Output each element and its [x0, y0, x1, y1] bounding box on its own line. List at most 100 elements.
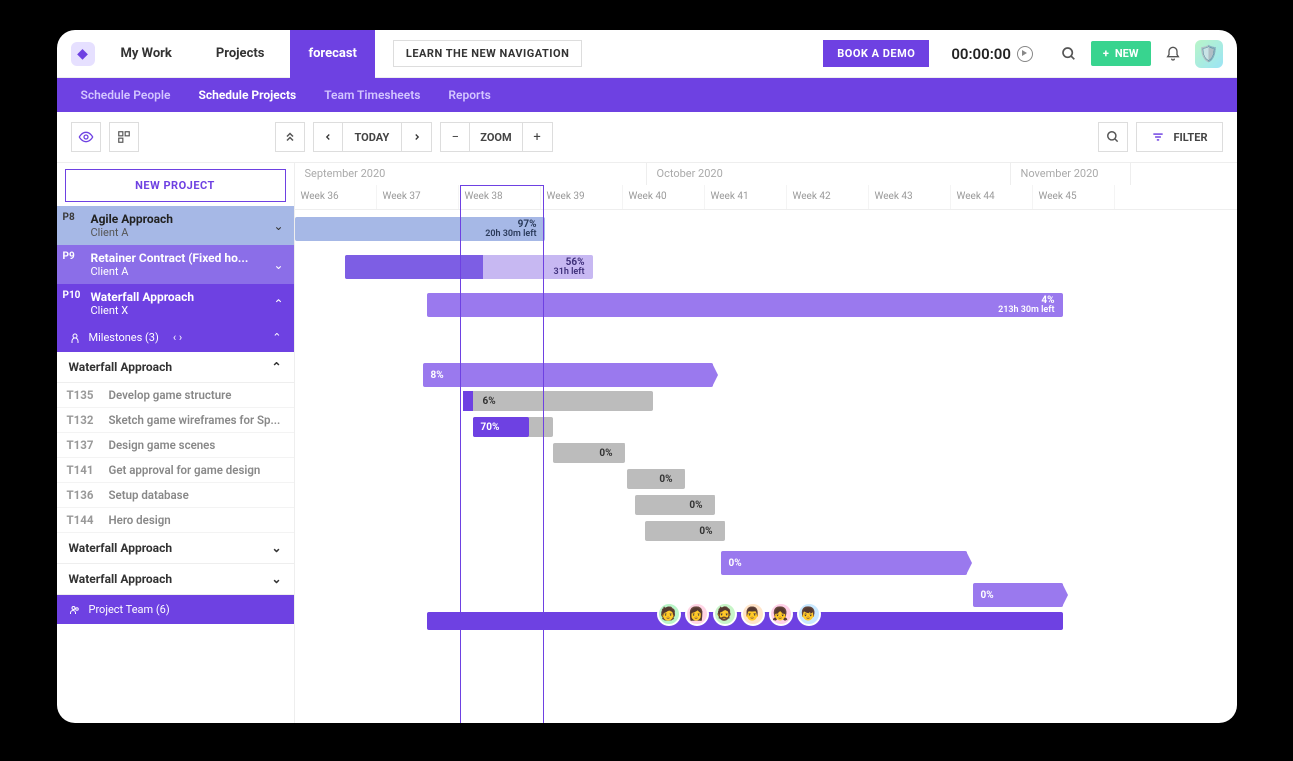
gantt-row-t141: 0% [295, 466, 1237, 492]
phase-row-3[interactable]: Waterfall Approach ⌄ [57, 564, 294, 595]
search-icon[interactable] [1055, 40, 1083, 68]
chevron-down-icon[interactable]: ⌄ [271, 541, 281, 555]
bar-p8[interactable]: 97% 20h 30m left [295, 217, 545, 241]
project-id: P8 [63, 212, 75, 223]
project-row-p10[interactable]: P10 Waterfall Approach Client X ⌃ [57, 284, 294, 323]
play-icon[interactable] [1017, 46, 1033, 62]
chevron-up-icon[interactable]: ⌃ [272, 331, 281, 344]
collapse-all-icon[interactable] [275, 122, 305, 152]
chevron-up-icon[interactable]: ⌃ [271, 360, 281, 374]
bar-t137[interactable]: 0% [553, 443, 625, 463]
chevron-down-icon[interactable]: ⌄ [271, 572, 281, 586]
timer-display[interactable]: 00:00:00 [951, 45, 1033, 63]
zoom-in-icon[interactable]: + [523, 122, 553, 152]
avatar[interactable]: 👩 [685, 602, 709, 626]
task-id: T137 [67, 438, 99, 452]
chevron-down-icon[interactable]: ⌄ [273, 219, 283, 233]
today-button[interactable]: TODAY [343, 122, 403, 152]
bar-pct: 0% [599, 448, 612, 459]
top-nav: ◆ My Work Projects forecast LEARN THE NE… [57, 30, 1237, 78]
milestones-label: Milestones (3) [89, 331, 159, 344]
task-row-t136[interactable]: T136Setup database [57, 483, 294, 508]
project-row-p8[interactable]: P8 Agile Approach Client A ⌄ [57, 206, 294, 245]
layout-icon[interactable] [109, 122, 139, 152]
task-row-t137[interactable]: T137Design game scenes [57, 433, 294, 458]
task-id: T132 [67, 413, 99, 427]
gantt-row-milestones [295, 324, 1237, 356]
next-icon[interactable] [402, 122, 432, 152]
project-row-p9[interactable]: P9 Retainer Contract (Fixed ho... Client… [57, 245, 294, 284]
bell-icon[interactable] [1159, 40, 1187, 68]
chevron-down-icon[interactable]: ⌄ [273, 258, 283, 272]
milestones-section[interactable]: Milestones (3) ‹ › ⌃ [57, 323, 294, 352]
eye-icon[interactable] [71, 122, 101, 152]
avatar[interactable]: 👧 [769, 602, 793, 626]
prev-icon[interactable] [313, 122, 343, 152]
bar-t132[interactable]: 70% [473, 417, 529, 437]
gantt-row-t144: 0% [295, 518, 1237, 544]
bar-t144[interactable]: 0% [645, 521, 725, 541]
bar-t135[interactable]: 6% [463, 391, 653, 411]
learn-navigation-button[interactable]: LEARN THE NEW NAVIGATION [393, 40, 582, 67]
week-label: Week 38 [459, 185, 541, 209]
nav-forecast[interactable]: forecast [290, 30, 374, 78]
task-id: T135 [67, 388, 99, 402]
task-row-t144[interactable]: T144Hero design [57, 508, 294, 533]
new-project-button[interactable]: NEW PROJECT [65, 169, 286, 202]
phase-row-2[interactable]: Waterfall Approach ⌄ [57, 533, 294, 564]
team-avatars: 🧑 👩 🧔 👨 👧 👦 [657, 602, 821, 626]
nav-my-work[interactable]: My Work [103, 30, 190, 78]
project-team-section[interactable]: Project Team (6) [57, 595, 294, 624]
avatar[interactable]: 🧔 [713, 602, 737, 626]
chevron-up-icon[interactable]: ⌃ [273, 297, 283, 311]
bar-pct: 0% [659, 474, 672, 485]
phase-name: Waterfall Approach [69, 572, 173, 586]
bar-pct: 0% [981, 590, 994, 601]
phase-name: Waterfall Approach [69, 541, 173, 555]
bar-phase3[interactable]: 0% [973, 583, 1063, 607]
app-window: ◆ My Work Projects forecast LEARN THE NE… [57, 30, 1237, 723]
book-demo-button[interactable]: BOOK A DEMO [823, 40, 929, 67]
bar-phase2[interactable]: 0% [721, 551, 967, 575]
sub-nav: Schedule People Schedule Projects Team T… [57, 78, 1237, 112]
user-avatar[interactable]: 🛡️ [1195, 40, 1223, 68]
task-name: Setup database [109, 488, 189, 502]
subnav-schedule-people[interactable]: Schedule People [81, 78, 171, 112]
new-button-label: NEW [1115, 47, 1139, 60]
week-label: Week 44 [951, 185, 1033, 209]
nav-projects[interactable]: Projects [198, 30, 283, 78]
toolbar: TODAY − ZOOM + FILTER [57, 112, 1237, 163]
bar-p9[interactable]: 56% 31h left [345, 255, 593, 279]
phase-row-1[interactable]: Waterfall Approach ⌃ [57, 352, 294, 383]
avatar[interactable]: 👦 [797, 602, 821, 626]
subnav-team-timesheets[interactable]: Team Timesheets [324, 78, 420, 112]
task-row-t132[interactable]: T132Sketch game wireframes for Sp... [57, 408, 294, 433]
bar-pct: 8% [431, 370, 444, 381]
timeline-search-icon[interactable] [1098, 122, 1128, 152]
task-row-t135[interactable]: T135 Develop game structure [57, 383, 294, 408]
bar-p10[interactable]: 4% 213h 30m left [427, 293, 1063, 317]
timeline[interactable]: September 2020 October 2020 November 202… [295, 163, 1237, 723]
avatar[interactable]: 🧑 [657, 602, 681, 626]
filter-button[interactable]: FILTER [1136, 122, 1222, 152]
app-logo-icon[interactable]: ◆ [71, 42, 95, 66]
bar-pct: 70% [481, 422, 500, 433]
task-row-t141[interactable]: T141Get approval for game design [57, 458, 294, 483]
gantt-row-p9: 56% 31h left [295, 248, 1237, 286]
bar-t141[interactable]: 0% [627, 469, 685, 489]
avatar[interactable]: 👨 [741, 602, 765, 626]
bar-pct: 6% [483, 396, 496, 407]
new-button[interactable]: + NEW [1091, 41, 1151, 66]
zoom-out-icon[interactable]: − [440, 122, 470, 152]
gantt-row-team: 🧑 👩 🧔 👨 👧 👦 [295, 608, 1237, 636]
bar-t136[interactable]: 0% [635, 495, 715, 515]
subnav-schedule-projects[interactable]: Schedule Projects [198, 78, 296, 112]
timeline-header: September 2020 October 2020 November 202… [295, 163, 1237, 210]
subnav-reports[interactable]: Reports [448, 78, 490, 112]
bar-pct: 0% [729, 558, 742, 569]
week-label: Week 40 [623, 185, 705, 209]
bar-pct: 4% [1041, 295, 1054, 306]
bar-phase1[interactable]: 8% [423, 363, 713, 387]
project-id: P10 [63, 290, 81, 301]
task-name: Develop game structure [109, 388, 232, 402]
